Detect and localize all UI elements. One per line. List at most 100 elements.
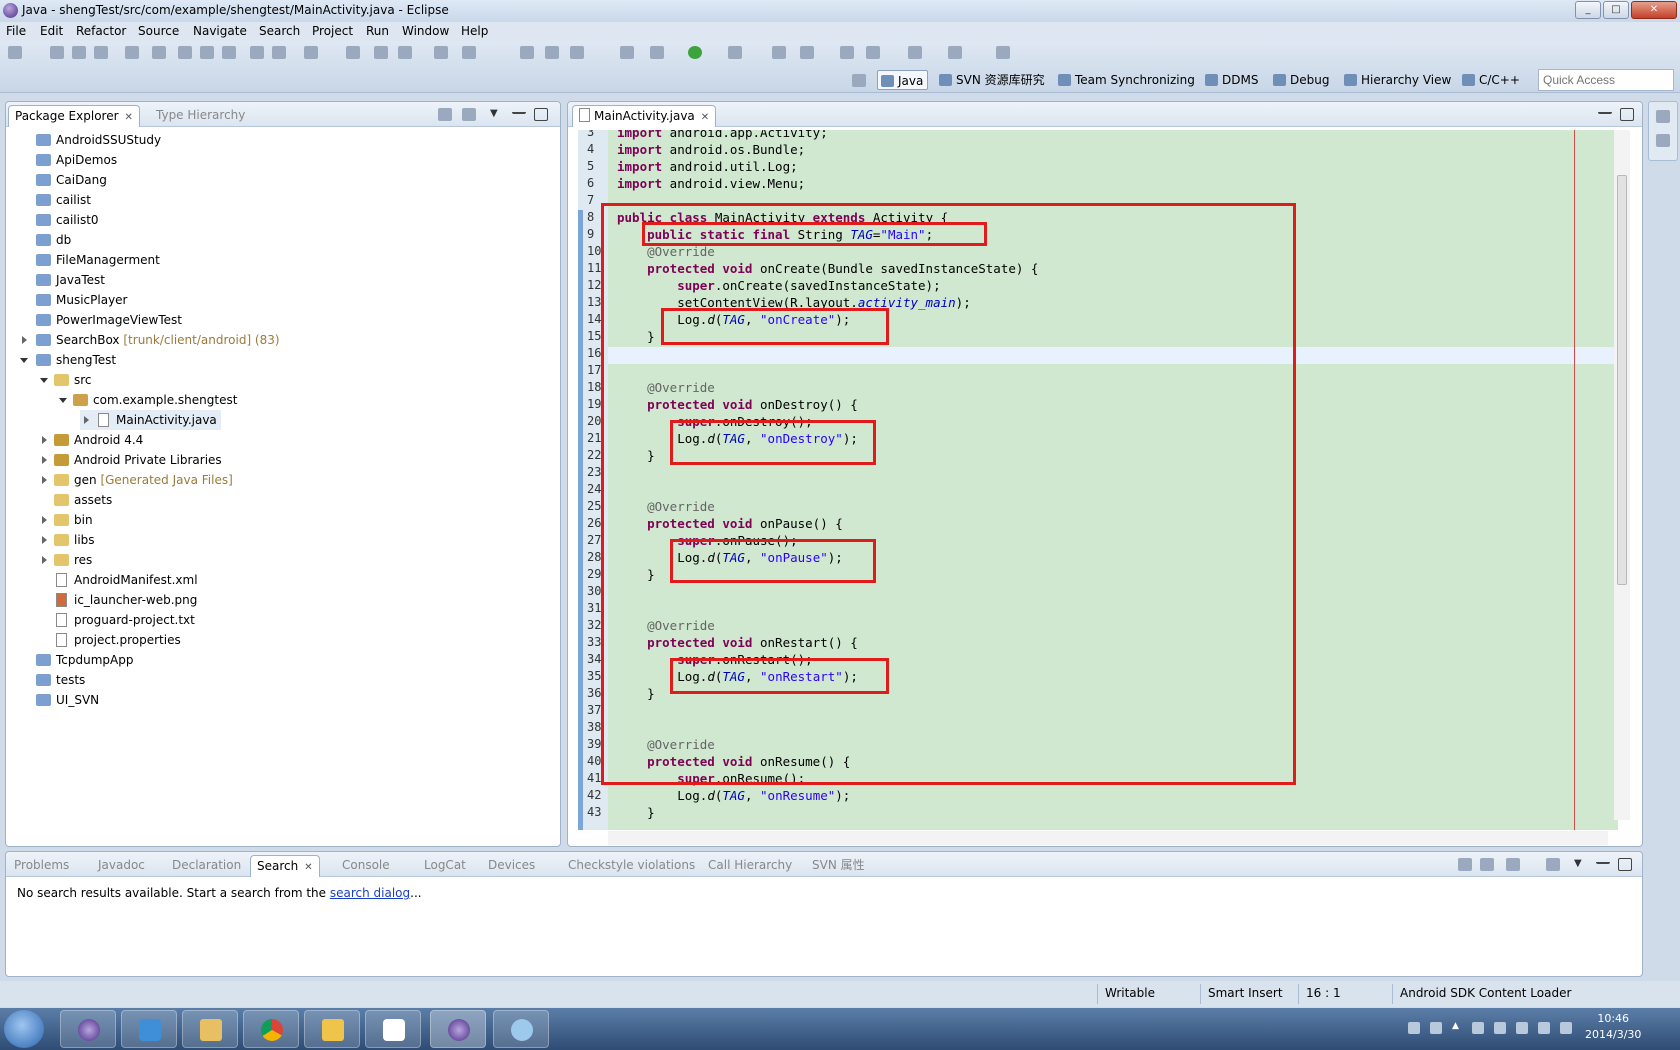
new-icon[interactable]	[8, 46, 22, 59]
perspective-debug[interactable]: Debug	[1270, 70, 1329, 90]
menu-window[interactable]: Window	[402, 24, 449, 38]
pin-view-icon[interactable]	[1546, 858, 1560, 871]
tab-svn-properties[interactable]: SVN 属性	[806, 855, 871, 877]
wifi-icon[interactable]	[1516, 1022, 1528, 1034]
perspective-cpp[interactable]: C/C++	[1459, 70, 1520, 90]
forward-icon[interactable]	[948, 46, 962, 59]
tab-logcat[interactable]: LogCat	[418, 855, 472, 877]
perspective-ddms[interactable]: DDMS	[1202, 70, 1258, 90]
menu-source[interactable]: Source	[138, 24, 179, 38]
expand-arrow-icon[interactable]	[42, 556, 47, 564]
tree-item-bin[interactable]: bin	[40, 510, 93, 530]
tree-item-tcpdumpapp[interactable]: TcpdumpApp	[36, 650, 133, 670]
minimize-view-icon[interactable]	[1598, 108, 1612, 114]
save-icon[interactable]	[50, 46, 64, 59]
tree-item-javatest[interactable]: JavaTest	[36, 270, 105, 290]
scrollbar-thumb[interactable]	[1617, 175, 1627, 585]
redo-icon[interactable]	[462, 46, 476, 59]
new-class-icon[interactable]	[800, 46, 814, 59]
system-clock[interactable]: 10:46 2014/3/30	[1585, 1011, 1641, 1043]
perspective-team-sync[interactable]: Team Synchronizing	[1055, 70, 1195, 90]
pin-icon[interactable]	[996, 46, 1010, 59]
perspective-svn[interactable]: SVN 资源库研究	[936, 70, 1045, 90]
link-editor-icon[interactable]	[462, 108, 476, 121]
save-all-icon[interactable]	[72, 46, 86, 59]
menu-help[interactable]: Help	[461, 24, 488, 38]
skip-breakpoints-icon[interactable]	[620, 46, 634, 59]
outline-icon[interactable]	[1656, 134, 1670, 147]
tree-item-src[interactable]: src	[40, 370, 92, 390]
close-icon[interactable]: ✕	[304, 862, 312, 873]
tree-item-gen[interactable]: gen [Generated Java Files]	[40, 470, 233, 490]
whitespace-icon[interactable]	[222, 46, 236, 59]
menu-project[interactable]: Project	[312, 24, 353, 38]
collapse-arrow-icon[interactable]	[20, 358, 28, 363]
tab-call-hierarchy[interactable]: Call Hierarchy	[702, 855, 798, 877]
menu-file[interactable]: File	[6, 24, 26, 38]
expand-arrow-icon[interactable]	[42, 436, 47, 444]
history-icon[interactable]	[1506, 858, 1520, 871]
view-menu-icon[interactable]: ▼	[1574, 858, 1588, 871]
android-sdk-icon[interactable]	[152, 46, 166, 59]
expand-arrow-icon[interactable]	[42, 476, 47, 484]
close-icon[interactable]: ✕	[701, 112, 709, 123]
taskbar-paint[interactable]	[493, 1010, 549, 1048]
tree-item-private-libraries[interactable]: Android Private Libraries	[40, 450, 222, 470]
minimize-view-icon[interactable]	[1596, 858, 1610, 864]
debug-icon[interactable]	[650, 46, 664, 59]
tab-console[interactable]: Console	[336, 855, 396, 877]
maximize-view-icon[interactable]	[534, 108, 548, 121]
back-icon[interactable]	[908, 46, 922, 59]
tree-item-cailist0[interactable]: cailist0	[36, 210, 99, 230]
run-icon[interactable]	[688, 46, 702, 59]
maximize-view-icon[interactable]	[1618, 858, 1632, 871]
close-icon[interactable]: ✕	[125, 112, 133, 123]
tab-devices[interactable]: Devices	[482, 855, 541, 877]
security-icon[interactable]	[1494, 1022, 1506, 1034]
search-dialog-link[interactable]: search dialog	[330, 886, 410, 900]
menu-run[interactable]: Run	[366, 24, 389, 38]
refresh-icon[interactable]	[1458, 858, 1472, 871]
tree-item-res[interactable]: res	[40, 550, 92, 570]
tree-item-android-44[interactable]: Android 4.4	[40, 430, 143, 450]
download-icon[interactable]	[250, 46, 264, 59]
search-tool-icon[interactable]	[866, 46, 880, 59]
taskbar-explorer[interactable]	[182, 1010, 238, 1048]
view-menu-icon[interactable]: ▼	[490, 108, 504, 121]
tree-item-cailist[interactable]: cailist	[36, 190, 91, 210]
tree-item-filemanagerment[interactable]: FileManagerment	[36, 250, 160, 270]
expand-arrow-icon[interactable]	[22, 336, 27, 344]
tab-javadoc[interactable]: Javadoc	[92, 855, 151, 877]
tree-item-ui-svn[interactable]: UI_SVN	[36, 690, 99, 710]
stop-icon[interactable]	[1480, 858, 1494, 871]
taskbar-app2[interactable]	[121, 1010, 177, 1048]
tree-item-project-properties[interactable]: project.properties	[40, 630, 181, 650]
menu-navigate[interactable]: Navigate	[193, 24, 247, 38]
tree-item-androidssustudy[interactable]: AndroidSSUStudy	[36, 130, 161, 150]
expand-arrow-icon[interactable]	[42, 536, 47, 544]
tab-mainactivity-java[interactable]: MainActivity.java ✕	[572, 105, 717, 127]
tree-item-assets[interactable]: assets	[40, 490, 112, 510]
volume-icon[interactable]	[1560, 1022, 1572, 1034]
tree-item-musicplayer[interactable]: MusicPlayer	[36, 290, 127, 310]
close-button[interactable]: ✕	[1631, 1, 1677, 19]
tray-expand-icon[interactable]: ▲	[1452, 1021, 1464, 1033]
tree-item-apidemos[interactable]: ApiDemos	[36, 150, 117, 170]
tree-item-mainactivity[interactable]: MainActivity.java	[80, 410, 221, 430]
tab-package-explorer[interactable]: Package Explorer ✕	[8, 105, 140, 127]
tree-item-caidang[interactable]: CaiDang	[36, 170, 107, 190]
code-editor[interactable]: 3 4 5 6 7 8 9 10 11 12 13 14 15 16 17 18…	[578, 130, 1618, 830]
menu-edit[interactable]: Edit	[40, 24, 63, 38]
taskbar-mail[interactable]	[304, 1010, 360, 1048]
expand-arrow-icon[interactable]	[42, 456, 47, 464]
perspective-java[interactable]: Java	[877, 70, 929, 90]
taskbar-chrome[interactable]	[243, 1010, 299, 1048]
tab-declaration[interactable]: Declaration	[166, 855, 247, 877]
qq-icon[interactable]	[1472, 1022, 1484, 1034]
ime-icon[interactable]	[1430, 1022, 1442, 1034]
menu-refactor[interactable]: Refactor	[76, 24, 126, 38]
new-android-icon[interactable]	[346, 46, 360, 59]
expand-arrow-icon[interactable]	[84, 416, 89, 424]
tree-item-manifest[interactable]: AndroidManifest.xml	[40, 570, 198, 590]
collapse-all-icon[interactable]	[438, 108, 452, 121]
